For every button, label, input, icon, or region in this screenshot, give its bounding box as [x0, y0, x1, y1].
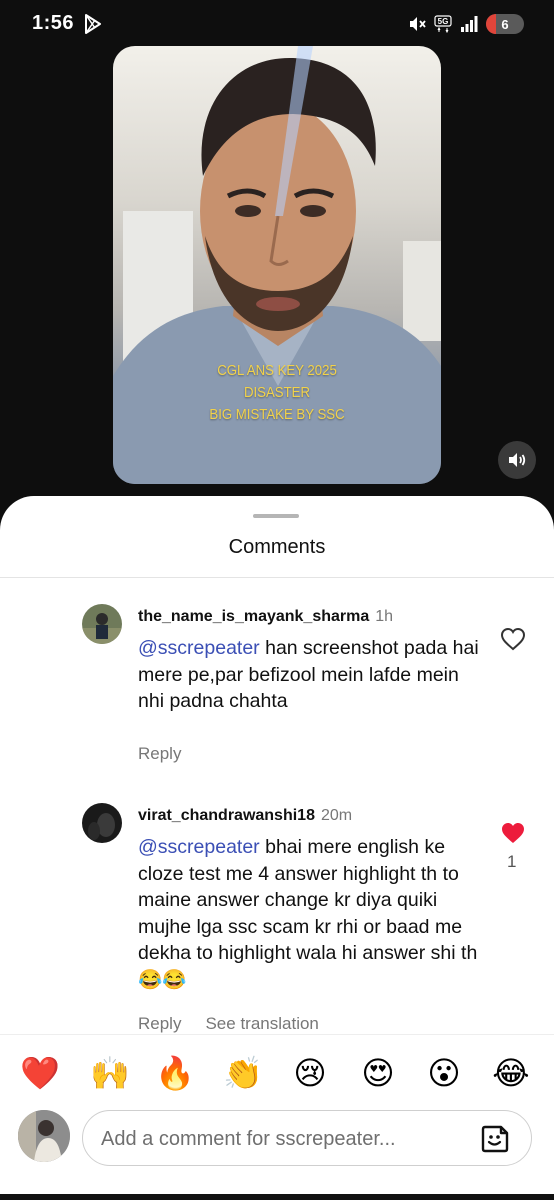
mention-link[interactable]: @sscrepeater	[138, 637, 260, 659]
volume-icon	[509, 453, 526, 467]
emoji-surprised[interactable]: 😮	[424, 1053, 464, 1093]
comment-field[interactable]	[82, 1110, 532, 1166]
comment-input[interactable]	[101, 1125, 461, 1153]
emoji-fire[interactable]: 🔥	[155, 1053, 195, 1093]
comment-actions: Reply See translation	[138, 1014, 319, 1034]
mention-link[interactable]: @sscrepeater	[138, 836, 260, 858]
svg-text:5G: 5G	[438, 17, 449, 26]
emoji-crying[interactable]: 😢	[290, 1053, 330, 1093]
mute-icon	[410, 17, 426, 31]
emoji-raised-hands[interactable]: 🙌	[90, 1053, 130, 1093]
sheet-title: Comments	[228, 536, 326, 558]
status-bar: 1:56 5G 6	[0, 0, 554, 48]
caption-line: BIG MISTAKE BY SSC	[209, 406, 345, 423]
comment-text: @sscrepeater han screenshot pada hai mer…	[138, 637, 479, 712]
reply-button[interactable]: Reply	[138, 1014, 181, 1033]
status-icons: 5G 6	[408, 14, 524, 34]
comment-input-row	[0, 1110, 554, 1200]
emoji-reaction-bar: ❤️ 🙌 🔥 👏 😢 😍 😮 😂	[0, 1034, 554, 1110]
5g-network-icon: 5G	[434, 15, 452, 33]
avatar[interactable]	[82, 803, 122, 843]
heart-filled-icon[interactable]	[500, 821, 526, 845]
comment-username[interactable]: the_name_is_mayank_sharma 1h	[138, 608, 393, 626]
emoji-heart-eyes[interactable]: 😍	[358, 1053, 398, 1093]
bottom-strip	[0, 1194, 554, 1200]
see-translation-button[interactable]: See translation	[205, 1014, 318, 1033]
status-time: 1:56	[32, 12, 75, 34]
comment-time: 1h	[375, 608, 394, 625]
heart-outline-icon[interactable]	[500, 627, 526, 651]
reply-button[interactable]: Reply	[138, 744, 181, 763]
emoji-heart[interactable]: ❤️	[20, 1053, 60, 1093]
user-avatar[interactable]	[18, 1110, 70, 1162]
divider	[0, 577, 554, 578]
screen: 1:56 5G 6 CGL ANS KEY 2025 DISASTER BIG …	[0, 0, 554, 1200]
comment-text: @sscrepeater bhai mere english ke cloze …	[138, 836, 478, 991]
caption-line: DISASTER	[243, 384, 310, 401]
battery-icon: 6	[486, 14, 524, 34]
like-count: 1	[507, 852, 517, 871]
emoji-laughing[interactable]: 😂	[491, 1053, 531, 1093]
video-caption: CGL ANS KEY 2025 DISASTER BIG MISTAKE BY…	[113, 360, 441, 426]
drag-handle[interactable]	[253, 514, 299, 518]
battery-level: 6	[501, 16, 509, 32]
avatar[interactable]	[82, 604, 122, 644]
caption-line: CGL ANS KEY 2025	[217, 362, 337, 379]
comment-actions: Reply	[138, 744, 181, 764]
signal-icon	[461, 16, 478, 32]
volume-button[interactable]	[498, 441, 536, 479]
play-store-icon	[85, 14, 101, 34]
comment-time: 20m	[320, 807, 353, 824]
emoji-clap[interactable]: 👏	[223, 1053, 263, 1093]
reel-video[interactable]: CGL ANS KEY 2025 DISASTER BIG MISTAKE BY…	[113, 46, 441, 484]
comment-username[interactable]: virat_chandrawanshi18 20m	[138, 807, 352, 825]
sticker-icon[interactable]	[479, 1123, 511, 1155]
